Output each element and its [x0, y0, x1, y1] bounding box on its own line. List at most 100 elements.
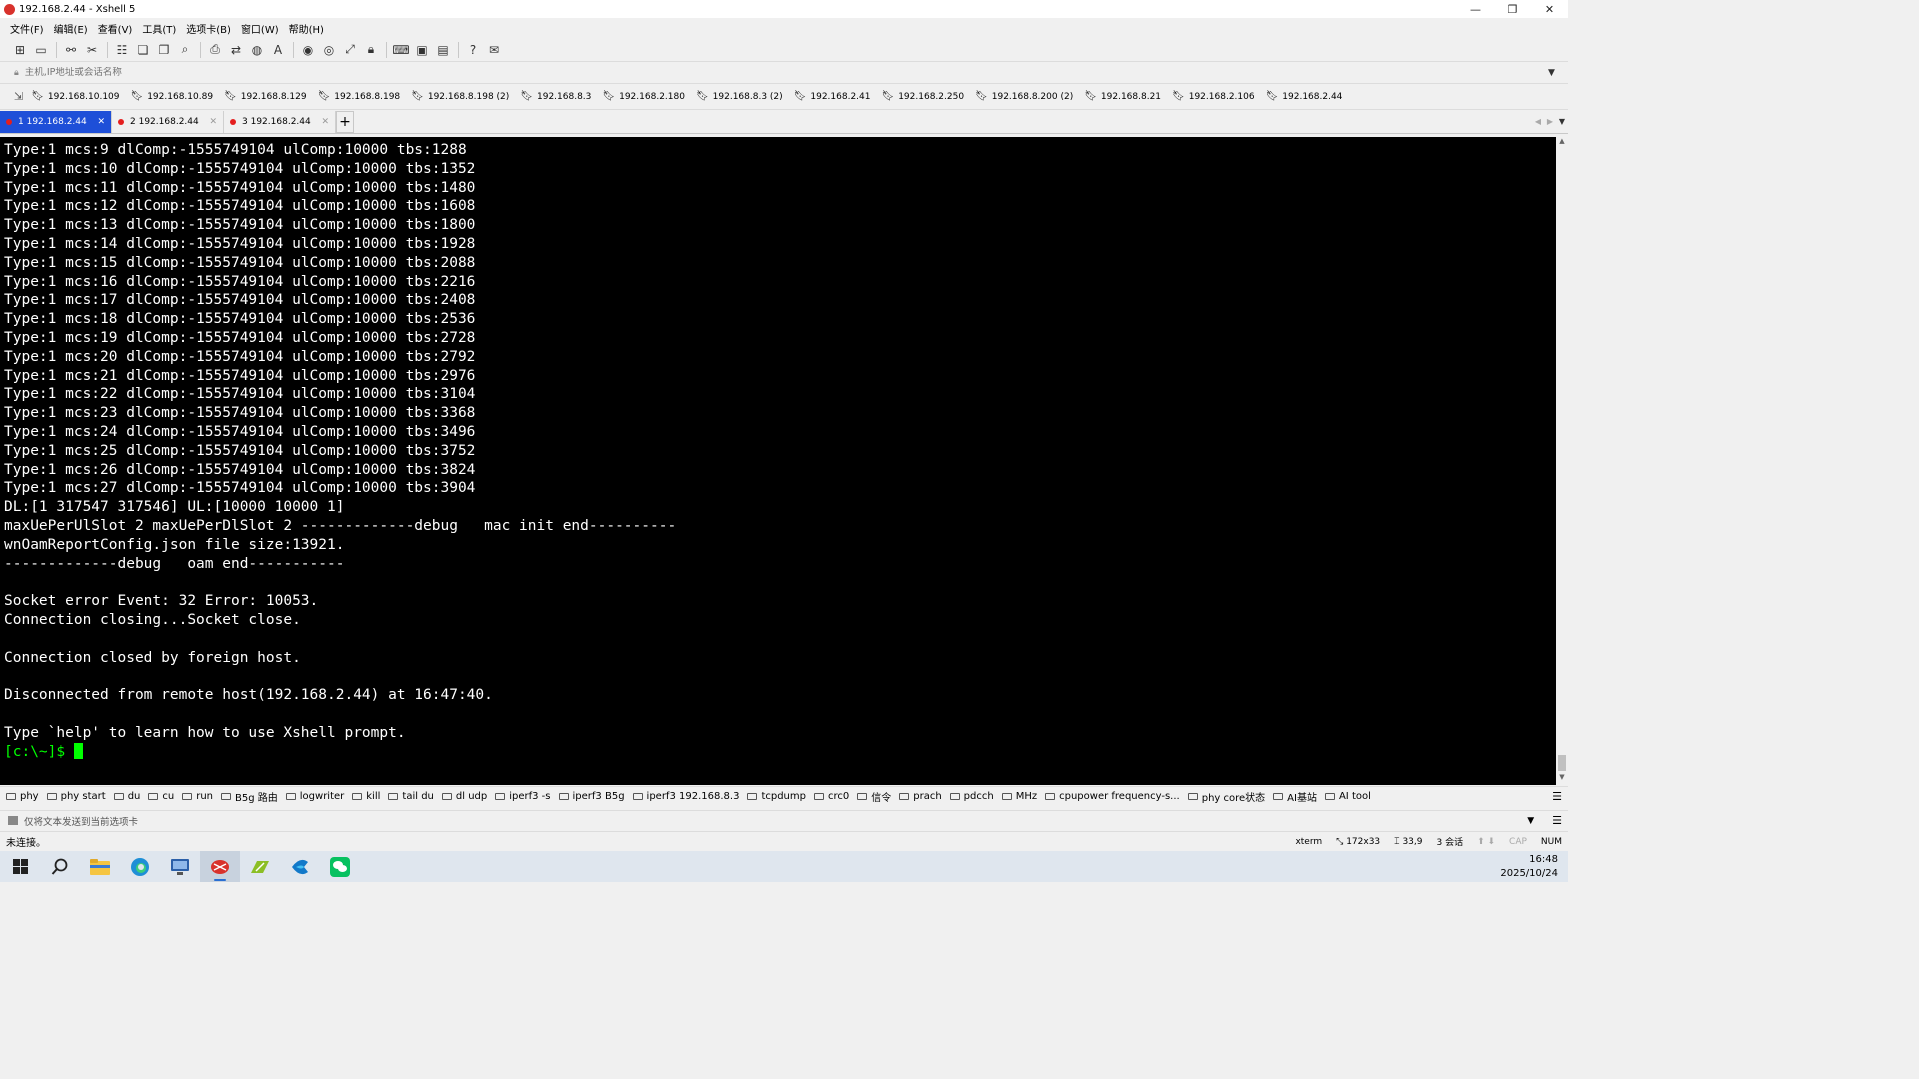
properties-icon[interactable]: ☷	[112, 41, 132, 59]
menu-file[interactable]: 文件(F)	[10, 21, 44, 36]
remote-desktop-icon[interactable]	[160, 851, 200, 882]
link-item[interactable]: 🔖︎ 192.168.10.109	[31, 91, 119, 102]
search-icon[interactable]	[40, 851, 80, 882]
terminal-scrollbar[interactable]: ▲ ▼	[1556, 137, 1568, 785]
quick-command-button[interactable]: AI基站	[1273, 789, 1317, 804]
transfer-icon[interactable]: ⇄	[226, 41, 246, 59]
quick-command-button[interactable]: B5g 路由	[221, 789, 278, 804]
quick-command-button[interactable]: AI tool	[1324, 791, 1371, 802]
chat-icon[interactable]: ✉	[484, 41, 504, 59]
link-item[interactable]: 🔖︎ 192.168.2.106	[1172, 91, 1255, 102]
quick-command-button[interactable]: phy	[6, 791, 39, 802]
quick-command-button[interactable]: iperf3 192.168.8.3	[632, 791, 739, 802]
menu-tab[interactable]: 选项卡(B)	[186, 21, 231, 36]
lock-icon[interactable]: 🔒︎	[361, 41, 381, 59]
tab-list-icon[interactable]: ▼	[1556, 117, 1568, 126]
chevron-down-icon[interactable]: ▼	[1527, 816, 1534, 826]
menu-window[interactable]: 窗口(W)	[241, 21, 279, 36]
menu-view[interactable]: 查看(V)	[98, 21, 133, 36]
scrollbar-thumb[interactable]	[1558, 755, 1566, 771]
quick-command-button[interactable]: 信令	[857, 789, 891, 804]
visual-studio-icon[interactable]	[280, 851, 320, 882]
print-icon[interactable]: ⎙	[205, 41, 225, 59]
tab-scroll-right-icon[interactable]: ▶	[1544, 117, 1556, 126]
link-item[interactable]: 🔖︎ 192.168.8.200 (2)	[975, 91, 1073, 102]
compose-send-bar[interactable]: 仅将文本发送到当前选项卡 ▼ ☰	[0, 810, 1568, 830]
link-item[interactable]: 🔖︎ 192.168.8.198 (2)	[411, 91, 509, 102]
new-tab-button[interactable]: +	[336, 110, 354, 133]
link-item[interactable]: 🔖︎ 192.168.2.180	[602, 91, 685, 102]
quick-command-button[interactable]: du	[113, 791, 140, 802]
chevron-down-icon[interactable]: ▼	[1548, 68, 1568, 78]
system-clock[interactable]: 16:48 2025/10/24	[1500, 853, 1558, 881]
close-tab-icon[interactable]: ✕	[321, 117, 329, 127]
link-item[interactable]: 🔖︎ 192.168.8.129	[224, 91, 307, 102]
quick-command-button[interactable]: iperf3 B5g	[558, 791, 625, 802]
xftp-taskbar-icon[interactable]	[240, 851, 280, 882]
send-bar-menu-icon[interactable]: ☰	[1552, 814, 1562, 827]
scroll-down-icon[interactable]: ▼	[1556, 773, 1568, 785]
restore-button[interactable]: ❐	[1494, 0, 1531, 18]
paste-icon[interactable]: ❐	[154, 41, 174, 59]
menu-edit[interactable]: 编辑(E)	[54, 21, 88, 36]
copy-icon[interactable]: ❏	[133, 41, 153, 59]
link-item[interactable]: 🔖︎ 192.168.10.89	[131, 91, 214, 102]
link-item[interactable]: 🔖︎ 192.168.2.44	[1266, 91, 1343, 102]
xftp-icon[interactable]: ◉	[298, 41, 318, 59]
minimize-button[interactable]: —	[1457, 0, 1494, 18]
close-tab-icon[interactable]: ✕	[209, 117, 217, 127]
quick-command-button[interactable]: dl udp	[441, 791, 487, 802]
compose-icon[interactable]: ▣	[412, 41, 432, 59]
quick-command-button[interactable]: pdcch	[949, 791, 994, 802]
file-explorer-icon[interactable]	[80, 851, 120, 882]
keyboard-icon[interactable]: ⌨	[391, 41, 411, 59]
open-folder-icon[interactable]: ▭	[31, 41, 51, 59]
menu-help[interactable]: 帮助(H)	[289, 21, 324, 36]
quick-command-button[interactable]: run	[182, 791, 213, 802]
quick-command-button[interactable]: cpupower frequency-s...	[1045, 791, 1180, 802]
link-item[interactable]: 🔖︎ 192.168.8.3 (2)	[696, 91, 783, 102]
quick-command-button[interactable]: logwriter	[285, 791, 344, 802]
reconnect-icon[interactable]: ⚯	[61, 41, 81, 59]
xmanager-icon[interactable]: ◎	[319, 41, 339, 59]
link-item[interactable]: 🔖︎ 192.168.2.41	[794, 91, 871, 102]
quick-command-button[interactable]: tail du	[388, 791, 434, 802]
globe-icon[interactable]: ◍	[247, 41, 267, 59]
xshell-taskbar-icon[interactable]	[200, 851, 240, 882]
quick-command-button[interactable]: phy core状态	[1187, 789, 1265, 804]
links-arrow-icon[interactable]: ⇲	[14, 90, 23, 103]
new-session-icon[interactable]: ⊞	[10, 41, 30, 59]
start-button[interactable]	[0, 851, 40, 882]
font-icon[interactable]: A	[268, 41, 288, 59]
terminal-output[interactable]: Type:1 mcs:9 dlComp:-1555749104 ulComp:1…	[0, 137, 1556, 785]
help-icon[interactable]: ?	[463, 41, 483, 59]
quick-command-button[interactable]: phy start	[46, 791, 106, 802]
disconnect-icon[interactable]: ✂	[82, 41, 102, 59]
quick-bar-menu-icon[interactable]: ☰	[1552, 790, 1562, 803]
menu-tools[interactable]: 工具(T)	[142, 21, 176, 36]
quick-command-button[interactable]: crc0	[813, 791, 849, 802]
layout-icon[interactable]: ▤	[433, 41, 453, 59]
wechat-icon[interactable]	[320, 851, 360, 882]
link-item[interactable]: 🔖︎ 192.168.8.21	[1084, 91, 1161, 102]
find-icon[interactable]: ⌕	[175, 41, 195, 59]
link-item[interactable]: 🔖︎ 192.168.2.250	[882, 91, 965, 102]
edge-browser-icon[interactable]	[120, 851, 160, 882]
close-window-button[interactable]: ✕	[1531, 0, 1568, 18]
quick-command-button[interactable]: MHz	[1001, 791, 1037, 802]
link-item[interactable]: 🔖︎ 192.168.8.198	[318, 91, 401, 102]
host-address-input[interactable]	[24, 67, 1548, 78]
quick-command-button[interactable]: tcpdump	[747, 791, 806, 802]
tab-scroll-left-icon[interactable]: ◀	[1532, 117, 1544, 126]
close-tab-icon[interactable]: ✕	[97, 117, 105, 127]
quick-command-button[interactable]: kill	[352, 791, 380, 802]
fullscreen-icon[interactable]: ⤢	[340, 41, 360, 59]
quick-command-button[interactable]: cu	[148, 791, 174, 802]
terminal-prompt-line[interactable]: [c:\~]$	[4, 742, 1556, 762]
quick-command-button[interactable]: prach	[899, 791, 942, 802]
session-tab-2[interactable]: 2 192.168.2.44 ✕	[112, 110, 224, 133]
session-tab-1[interactable]: 1 192.168.2.44 ✕	[0, 110, 112, 133]
quick-command-button[interactable]: iperf3 -s	[495, 791, 551, 802]
link-item[interactable]: 🔖︎ 192.168.8.3	[520, 91, 591, 102]
session-tab-3[interactable]: 3 192.168.2.44 ✕	[224, 110, 336, 133]
